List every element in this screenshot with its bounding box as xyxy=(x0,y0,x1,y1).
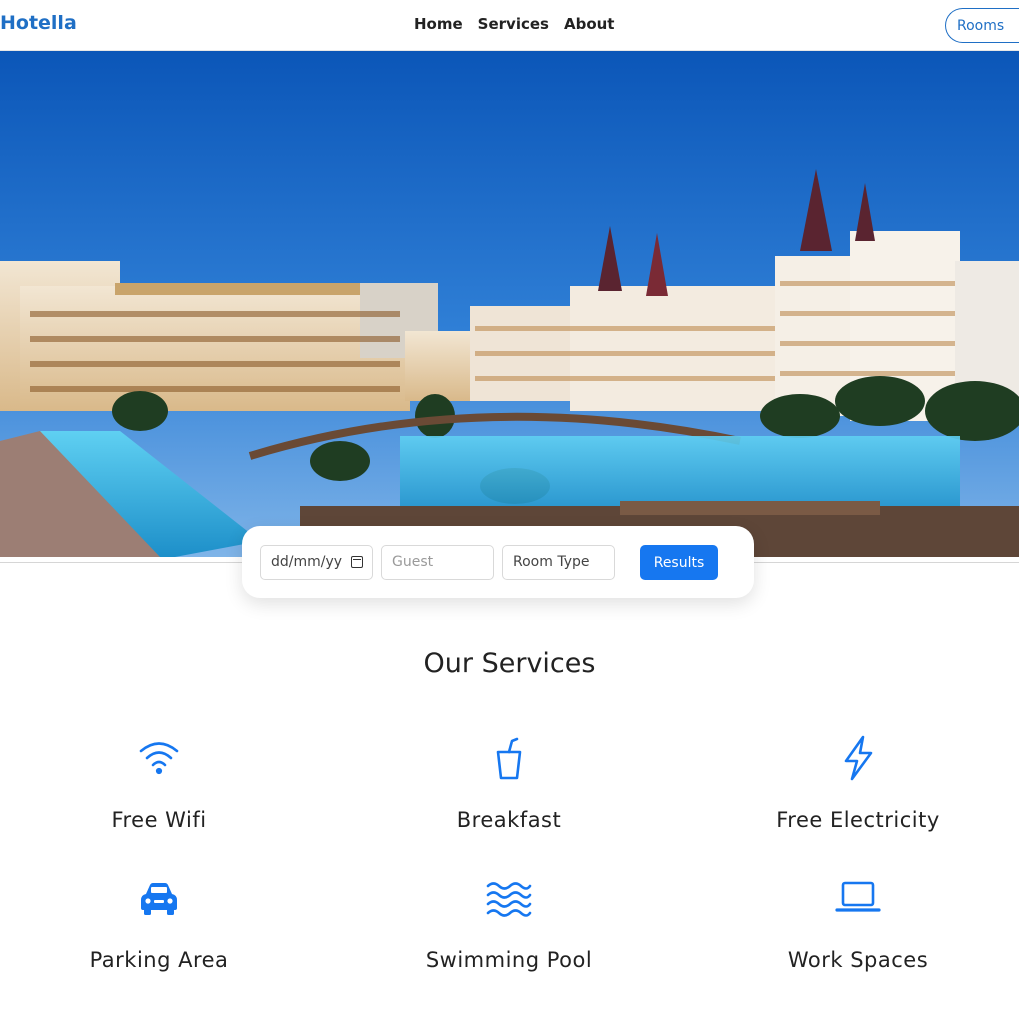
hero-image xyxy=(0,51,1019,557)
services-heading: Our Services xyxy=(423,648,596,679)
waves-icon xyxy=(486,882,532,917)
service-free-electricity: Free Electricity xyxy=(688,734,1019,832)
results-button[interactable]: Results xyxy=(640,545,718,580)
service-label: Free Electricity xyxy=(776,808,940,832)
service-parking-area: Parking Area xyxy=(0,874,329,972)
room-type-value: Room Type xyxy=(513,554,590,570)
service-label: Parking Area xyxy=(89,948,229,972)
service-label: Swimming Pool xyxy=(425,948,593,972)
service-work-spaces: Work Spaces xyxy=(688,874,1019,972)
top-navbar: Hotella Home Services About Rooms xyxy=(0,0,1019,51)
car-icon xyxy=(141,883,177,915)
room-type-select[interactable]: Room Type xyxy=(502,545,615,580)
nav-link-about[interactable]: About xyxy=(564,15,615,33)
service-label: Free Wifi xyxy=(111,808,207,832)
service-free-wifi: Free Wifi xyxy=(0,734,329,832)
cup-icon xyxy=(496,737,522,780)
date-input[interactable]: dd/mm/yy xyxy=(260,545,373,580)
wifi-icon xyxy=(139,742,179,775)
nav-link-services[interactable]: Services xyxy=(478,15,549,33)
laptop-icon xyxy=(835,881,881,912)
nav-link-home[interactable]: Home xyxy=(414,15,463,33)
calendar-icon[interactable] xyxy=(351,556,363,568)
guest-input[interactable]: Guest xyxy=(381,545,494,580)
main-nav: Home Services About xyxy=(414,15,614,33)
service-breakfast: Breakfast xyxy=(339,734,679,832)
date-placeholder: dd/mm/yy xyxy=(271,554,343,570)
service-label: Breakfast xyxy=(456,808,562,832)
rooms-button[interactable]: Rooms xyxy=(945,8,1019,43)
lightning-icon xyxy=(844,735,873,781)
service-label: Work Spaces xyxy=(787,948,929,972)
booking-search-bar: dd/mm/yy Guest Room Type Results xyxy=(242,526,754,598)
brand-logo[interactable]: Hotella xyxy=(0,12,77,34)
service-swimming-pool: Swimming Pool xyxy=(339,874,679,972)
